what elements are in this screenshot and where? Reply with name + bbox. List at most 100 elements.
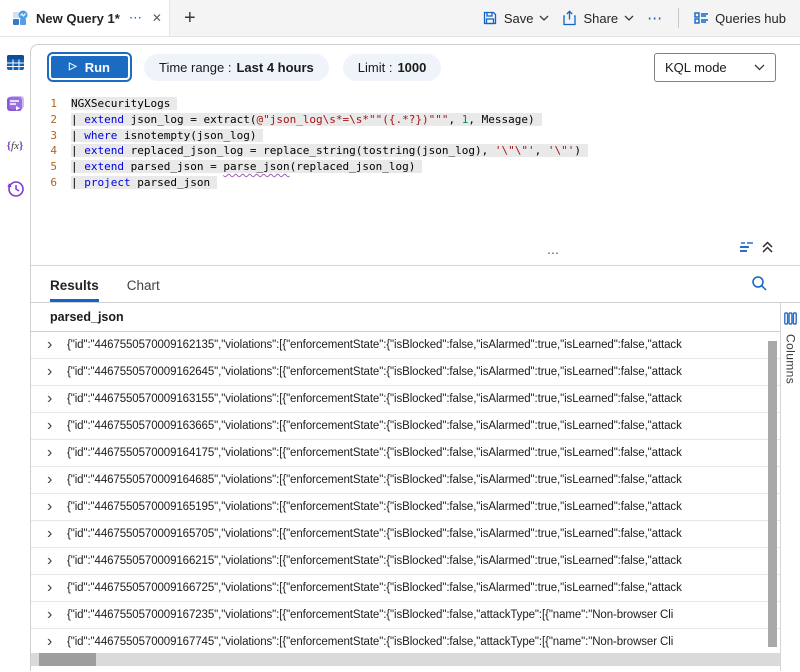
table-row[interactable]: ›{"id":"4467550570009165705","violations…	[31, 521, 780, 548]
limit-label: Limit :	[358, 60, 393, 75]
new-tab-button[interactable]: +	[170, 0, 210, 36]
limit-picker[interactable]: Limit : 1000	[343, 54, 442, 81]
time-range-picker[interactable]: Time range : Last 4 hours	[144, 54, 329, 81]
share-chevron-down-icon[interactable]	[624, 15, 634, 21]
tab-close-icon[interactable]: ✕	[152, 11, 162, 25]
save-button[interactable]: Save	[480, 6, 552, 30]
code-line[interactable]: 1NGXSecurityLogs	[31, 96, 800, 112]
row-json-value: {"id":"4467550570009162135","violations"…	[67, 339, 692, 351]
code-line[interactable]: 2| extend json_log = extract(@"json_log\…	[31, 112, 800, 128]
run-play-icon: ▷	[69, 62, 77, 72]
row-expand-chevron-icon[interactable]: ›	[47, 552, 67, 570]
columns-icon	[784, 312, 797, 325]
code-line[interactable]: 5| extend parsed_json = parse_json(repla…	[31, 159, 800, 175]
table-row[interactable]: ›{"id":"4467550570009163665","violations…	[31, 413, 780, 440]
table-row[interactable]: ›{"id":"4467550570009164685","violations…	[31, 467, 780, 494]
row-json-value: {"id":"4467550570009166725","violations"…	[67, 582, 692, 594]
query-tab-title: New Query 1*	[36, 11, 120, 26]
vertical-scrollbar[interactable]	[768, 341, 777, 647]
line-number: 6	[31, 175, 71, 191]
search-icon[interactable]	[751, 275, 768, 292]
queries-hub-icon	[694, 11, 709, 25]
code-text: | extend replaced_json_log = replace_str…	[71, 144, 588, 157]
run-button[interactable]: ▷ Run	[49, 54, 130, 80]
row-expand-chevron-icon[interactable]: ›	[47, 390, 67, 408]
connections-table-icon[interactable]	[0, 45, 30, 79]
query-history-icon[interactable]	[0, 171, 30, 205]
results-grid: ›{"id":"4467550570009162135","violations…	[31, 332, 780, 672]
time-range-value: Last 4 hours	[236, 60, 313, 75]
row-expand-chevron-icon[interactable]: ›	[47, 525, 67, 543]
row-json-value: {"id":"4467550570009162645","violations"…	[67, 366, 692, 378]
save-chevron-down-icon[interactable]	[539, 15, 549, 21]
table-row[interactable]: ›{"id":"4467550570009163155","violations…	[31, 386, 780, 413]
table-row[interactable]: ›{"id":"4467550570009164175","violations…	[31, 440, 780, 467]
ellipsis-icon: ⋯	[647, 9, 663, 27]
columns-panel-toggle[interactable]: Columns	[780, 303, 800, 671]
row-json-value: {"id":"4467550570009167235","violations"…	[67, 609, 683, 621]
horizontal-scrollbar[interactable]	[31, 653, 780, 666]
save-label: Save	[504, 11, 534, 26]
adx-logo-icon	[12, 10, 29, 27]
code-text: NGXSecurityLogs	[71, 97, 177, 110]
query-toolbar: ▷ Run Time range : Last 4 hours Limit : …	[31, 45, 800, 89]
code-text: | project parsed_json	[71, 176, 217, 189]
results-tab-strip: Results Chart	[31, 266, 800, 303]
column-header-parsed-json[interactable]: parsed_json	[31, 303, 780, 332]
collapse-editor-button[interactable]	[739, 240, 774, 254]
line-number: 3	[31, 128, 71, 144]
more-actions-button[interactable]: ⋯	[645, 5, 665, 31]
row-json-value: {"id":"4467550570009164685","violations"…	[67, 474, 692, 486]
tab-chart[interactable]: Chart	[127, 278, 160, 302]
row-expand-chevron-icon[interactable]: ›	[47, 606, 67, 624]
row-expand-chevron-icon[interactable]: ›	[47, 363, 67, 381]
table-row[interactable]: ›{"id":"4467550570009167745","violations…	[31, 629, 780, 656]
code-text: | extend json_log = extract(@"json_log\s…	[71, 113, 542, 126]
share-button[interactable]: Share	[560, 6, 636, 30]
code-lines: 1NGXSecurityLogs2| extend json_log = ext…	[31, 96, 800, 191]
row-expand-chevron-icon[interactable]: ›	[47, 444, 67, 462]
row-expand-chevron-icon[interactable]: ›	[47, 336, 67, 354]
row-expand-chevron-icon[interactable]: ›	[47, 633, 67, 651]
kql-mode-chevron-down-icon	[754, 64, 765, 71]
queries-hub-button[interactable]: Queries hub	[692, 7, 788, 30]
save-icon	[482, 10, 498, 26]
table-row[interactable]: ›{"id":"4467550570009165195","violations…	[31, 494, 780, 521]
splitter-drag-handle[interactable]: ⋯	[547, 248, 561, 258]
tabbar-actions: Save Share ⋯	[480, 0, 800, 36]
time-range-label: Time range :	[159, 60, 232, 75]
tab-results[interactable]: Results	[50, 278, 99, 302]
horizontal-scrollbar-thumb[interactable]	[39, 653, 96, 666]
table-row[interactable]: ›{"id":"4467550570009166725","violations…	[31, 575, 780, 602]
table-row[interactable]: ›{"id":"4467550570009162135","violations…	[31, 332, 780, 359]
editor-results-splitter[interactable]: ⋯	[31, 239, 800, 266]
code-line[interactable]: 4| extend replaced_json_log = replace_st…	[31, 143, 800, 159]
code-line[interactable]: 6| project parsed_json	[31, 175, 800, 191]
row-expand-chevron-icon[interactable]: ›	[47, 498, 67, 516]
table-row[interactable]: ›{"id":"4467550570009162645","violations…	[31, 359, 780, 386]
saved-scripts-icon[interactable]	[0, 87, 30, 121]
row-json-value: {"id":"4467550570009165195","violations"…	[67, 501, 692, 513]
actions-divider	[678, 8, 679, 28]
row-expand-chevron-icon[interactable]: ›	[47, 471, 67, 489]
code-line[interactable]: 3| where isnotempty(json_log)	[31, 128, 800, 144]
row-expand-chevron-icon[interactable]: ›	[47, 417, 67, 435]
columns-panel-label: Columns	[784, 334, 798, 384]
tab-menu-icon[interactable]: ⋯	[129, 10, 143, 26]
row-expand-chevron-icon[interactable]: ›	[47, 579, 67, 597]
code-text: | extend parsed_json = parse_json(replac…	[71, 160, 422, 173]
functions-icon[interactable]: {fx}	[0, 129, 30, 163]
kql-mode-select[interactable]: KQL mode	[654, 53, 776, 82]
line-number: 4	[31, 143, 71, 159]
table-row[interactable]: ›{"id":"4467550570009167235","violations…	[31, 602, 780, 629]
row-json-value: {"id":"4467550570009165705","violations"…	[67, 528, 692, 540]
code-text: | where isnotempty(json_log)	[71, 129, 263, 142]
kql-code-editor[interactable]: 1NGXSecurityLogs2| extend json_log = ext…	[31, 89, 800, 239]
row-json-value: {"id":"4467550570009164175","violations"…	[67, 447, 692, 459]
double-chevron-up-icon	[761, 240, 774, 254]
kql-mode-value: KQL mode	[665, 60, 727, 75]
table-row[interactable]: ›{"id":"4467550570009166215","violations…	[31, 548, 780, 575]
share-icon	[562, 10, 577, 26]
tab-bar: New Query 1* ⋯ ✕ + Save	[0, 0, 800, 37]
query-tab[interactable]: New Query 1* ⋯ ✕	[0, 0, 170, 36]
